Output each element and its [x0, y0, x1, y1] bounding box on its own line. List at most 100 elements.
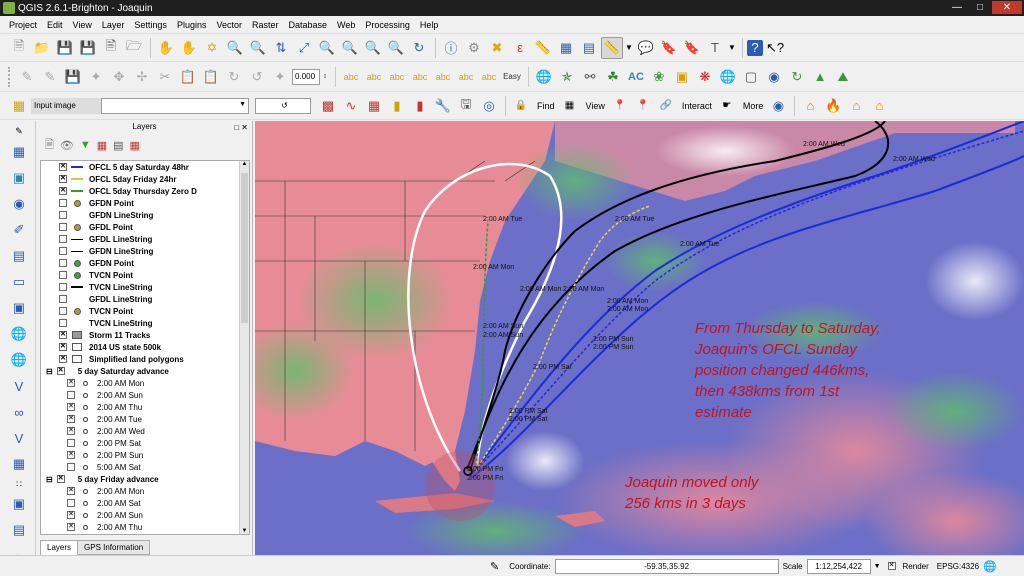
layer-tree-row[interactable]: ✕ OFCL 5 day Saturday 48hr — [41, 161, 249, 173]
layer-visibility-checkbox[interactable]: ✕ — [59, 331, 67, 339]
marker-icon[interactable]: 📍 — [632, 95, 654, 117]
chevron-down-icon[interactable]: ▼ — [727, 37, 737, 59]
layer-tree-row[interactable]: 2:00 AM Sat — [41, 497, 249, 509]
globe-plugin-icon[interactable]: 🌐 — [717, 66, 739, 88]
layer-visibility-checkbox[interactable]: ✕ — [67, 379, 75, 387]
layer-visibility-checkbox[interactable] — [59, 307, 67, 315]
layer-visibility-checkbox[interactable]: ✕ — [67, 511, 75, 519]
house-alt-icon[interactable]: ⌂ — [845, 95, 867, 117]
cut-icon[interactable]: ✂ — [154, 66, 176, 88]
layer-tree-row[interactable]: TVCN LineString — [41, 317, 249, 329]
openlayers-icon[interactable]: ◉ — [767, 95, 789, 117]
open-field-calculator-icon[interactable]: ε — [509, 37, 531, 59]
screen-icon[interactable]: 🖫 — [455, 95, 477, 117]
menu-layer[interactable]: Layer — [97, 20, 130, 30]
pointer-icon[interactable]: ☛ — [716, 95, 738, 117]
raster-stats-icon[interactable]: ▦ — [363, 95, 385, 117]
new-bookmark-icon[interactable]: 🔖 — [681, 37, 703, 59]
add-wms-layer-icon[interactable]: ▣ — [8, 297, 30, 319]
collapse-all-icon[interactable]: ▤ — [113, 139, 123, 152]
pan-to-selection-icon[interactable]: ✡ — [201, 37, 223, 59]
profile-icon[interactable]: ∿ — [340, 95, 362, 117]
menu-database[interactable]: Database — [284, 20, 333, 30]
gps-tool-icon[interactable]: ✯ — [556, 66, 578, 88]
pin-label-icon[interactable]: abc — [386, 66, 408, 88]
link-icon[interactable]: 🔗 — [655, 95, 677, 117]
map-canvas[interactable]: 2:00 AM Wed 2:00 AM Wed 2:00 AM Tue 2:00… — [255, 121, 1024, 555]
add-vector-layer-icon[interactable]: ▦ — [8, 141, 30, 163]
easy-label-icon[interactable]: Easy — [501, 66, 523, 88]
label-highlight-icon[interactable]: abc — [363, 66, 385, 88]
layer-visibility-checkbox[interactable]: ✕ — [67, 403, 75, 411]
move-label-icon[interactable]: abc — [432, 66, 454, 88]
layer-tree-row[interactable]: TVCN Point — [41, 305, 249, 317]
collapse-group-icon[interactable]: ⊟ — [46, 367, 53, 376]
remove-layer-icon[interactable]: ▦ — [8, 453, 30, 475]
spin-arrows-icon[interactable]: ↕ — [320, 66, 330, 88]
add-feature-icon[interactable]: ✦ — [85, 66, 107, 88]
menu-view[interactable]: View — [68, 20, 97, 30]
touch-zoom-icon[interactable]: ✋ — [155, 37, 177, 59]
layer-visibility-checkbox[interactable] — [67, 391, 75, 399]
tab-layers[interactable]: Layers — [40, 540, 79, 555]
raster-calc-icon[interactable]: ▦ — [8, 95, 30, 117]
measure-line-icon[interactable]: 📏 — [601, 36, 623, 59]
layer-tree-row[interactable]: ✕ Simplified land polygons — [41, 353, 249, 365]
zoom-native-icon[interactable]: ⇅ — [270, 37, 292, 59]
layer-visibility-checkbox[interactable] — [67, 499, 75, 507]
layer-tree-row[interactable]: GFDN LineString — [41, 209, 249, 221]
grass-tool-icon[interactable]: ☘ — [602, 66, 624, 88]
zoom-next-icon[interactable]: 🔍 — [385, 37, 407, 59]
zoom-full-icon[interactable]: ⤢ — [293, 37, 315, 59]
label-abc-icon[interactable]: abc — [340, 66, 362, 88]
target-icon[interactable]: ◎ — [478, 95, 500, 117]
scroll-down-icon[interactable]: ▼ — [240, 528, 249, 534]
layer-visibility-checkbox[interactable] — [59, 199, 67, 207]
layer-visibility-checkbox[interactable] — [59, 223, 67, 231]
layer-visibility-checkbox[interactable]: ✕ — [67, 427, 75, 435]
layer-tree-row[interactable]: ✕ Storm 11 Tracks — [41, 329, 249, 341]
add-oracle-layer-icon[interactable]: ▭ — [8, 271, 30, 293]
layer-tree-row[interactable]: TVCN LineString — [41, 281, 249, 293]
manage-visibility-icon[interactable]: 👁 — [60, 139, 74, 152]
zoom-out-icon[interactable]: 🔍 — [247, 37, 269, 59]
map-tips-icon[interactable]: 💬 — [635, 37, 657, 59]
layer-visibility-checkbox[interactable]: ✕ — [59, 163, 67, 171]
layer-tree-row[interactable]: GFDL LineString — [41, 233, 249, 245]
layer-visibility-checkbox[interactable]: ✕ — [67, 415, 75, 423]
layer-visibility-checkbox[interactable] — [59, 271, 67, 279]
interact-label[interactable]: Interact — [682, 101, 712, 111]
edit-pencil-icon[interactable]: ✎ — [16, 66, 38, 88]
layer-visibility-checkbox[interactable]: ✕ — [67, 487, 75, 495]
add-annotation-icon[interactable]: ▤ — [8, 519, 30, 541]
filter-legend-icon[interactable]: ▼ — [80, 139, 91, 151]
epsg-label[interactable]: EPSG:4326 — [937, 562, 979, 571]
scale-field[interactable]: 1:12,254,422 — [806, 558, 871, 574]
layer-tree-row[interactable]: 2:00 PM Sat — [41, 437, 249, 449]
attribute-table-icon[interactable]: ▦ — [555, 37, 577, 59]
layer-tree-row[interactable]: GFDN LineString — [41, 245, 249, 257]
add-postgis-layer-icon[interactable]: ◉ — [8, 193, 30, 215]
layer-visibility-checkbox[interactable] — [67, 439, 75, 447]
expand-all-icon[interactable]: ▦ — [97, 139, 107, 152]
scroll-thumb[interactable] — [241, 173, 248, 323]
measure-icon[interactable]: 📏 — [532, 37, 554, 59]
menu-edit[interactable]: Edit — [42, 20, 68, 30]
layer-tree-row[interactable]: ✕ OFCL 5day Friday 24hr — [41, 173, 249, 185]
zoom-layer-icon[interactable]: 🔍 — [339, 37, 361, 59]
close-panel-button[interactable]: ✕ — [241, 123, 248, 132]
rotate-label-icon[interactable]: ↺ — [246, 66, 268, 88]
layer-tree-row[interactable]: ✕ 2014 US state 500k — [41, 341, 249, 353]
layer-tree-row[interactable]: ✕ 2:00 AM Tue — [41, 413, 249, 425]
pencil-icon[interactable]: ✎ — [8, 125, 30, 137]
remove-layer-panel-icon[interactable]: ▦ — [130, 139, 140, 152]
toggle-editing-icon[interactable]: ✎ — [39, 66, 61, 88]
crs-status-icon[interactable]: 🌐 — [983, 560, 997, 573]
collapse-group-icon[interactable]: ⊟ — [46, 475, 53, 484]
menu-web[interactable]: Web — [332, 20, 360, 30]
text-annotation-icon[interactable]: T — [704, 37, 726, 59]
layer-tree-row[interactable]: GFDN Point — [41, 197, 249, 209]
add-spatialite-layer-icon[interactable]: ✐ — [8, 219, 30, 241]
satellite-plugin-icon[interactable]: ◉ — [763, 66, 785, 88]
open-project-icon[interactable]: 📁 — [31, 37, 53, 59]
